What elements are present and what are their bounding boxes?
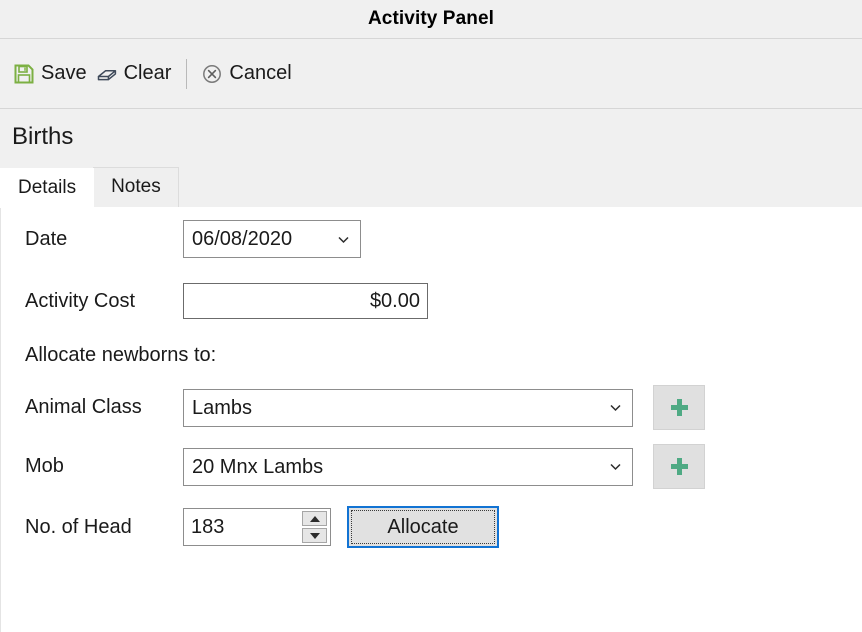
activity-cost-label: Activity Cost	[25, 289, 136, 312]
mob-label: Mob	[25, 455, 64, 477]
plus-icon	[670, 399, 688, 416]
section-header: Births	[0, 109, 862, 164]
no-of-head-row: No. of Head 183 Allocate	[1, 496, 862, 558]
plus-icon	[670, 458, 688, 475]
triangle-down-icon	[309, 532, 320, 539]
save-button[interactable]: Save	[10, 59, 93, 89]
date-row: Date 06/08/2020	[1, 208, 862, 270]
allocate-button-label: Allocate	[387, 515, 459, 538]
allocate-heading: Allocate newborns to:	[25, 343, 217, 366]
animal-class-value: Lambs	[192, 396, 253, 419]
date-label: Date	[25, 227, 68, 250]
save-label: Save	[41, 62, 87, 84]
tab-details[interactable]: Details	[0, 168, 95, 208]
tab-strip: Details Notes	[0, 164, 862, 208]
animal-class-row: Animal Class Lambs	[1, 378, 862, 437]
activity-cost-value: $0.00	[369, 289, 420, 312]
activity-cost-input[interactable]: $0.00	[183, 283, 428, 319]
tab-details-label: Details	[18, 176, 77, 198]
animal-class-select[interactable]: Lambs	[183, 388, 633, 427]
toolbar-separator	[186, 58, 188, 89]
allocate-section-header: Allocate newborns to:	[1, 332, 862, 378]
stepper-buttons	[302, 509, 330, 545]
page-title: Activity Panel	[367, 8, 494, 29]
allocate-button[interactable]: Allocate	[347, 506, 499, 548]
chevron-down-icon	[607, 400, 623, 416]
cancel-button[interactable]: Cancel	[198, 59, 297, 89]
mob-row: Mob 20 Mnx Lambs	[1, 437, 862, 496]
stepper-increment-button[interactable]	[302, 511, 327, 526]
eraser-icon	[95, 62, 119, 86]
mob-select[interactable]: 20 Mnx Lambs	[183, 447, 633, 486]
clear-button[interactable]: Clear	[93, 59, 178, 89]
chevron-down-icon	[335, 231, 351, 247]
triangle-up-icon	[309, 515, 320, 522]
cancel-label: Cancel	[229, 62, 292, 84]
no-of-head-value[interactable]: 183	[184, 509, 302, 545]
activity-panel: Activity Panel Save Clear Cancel Births …	[0, 0, 862, 632]
chevron-down-icon	[607, 459, 623, 475]
no-of-head-stepper[interactable]: 183	[183, 508, 331, 546]
clear-label: Clear	[123, 62, 172, 84]
toolbar: Save Clear Cancel	[0, 39, 862, 109]
panel-title-bar: Activity Panel	[0, 0, 862, 39]
add-mob-button[interactable]	[653, 444, 705, 489]
date-picker[interactable]: 06/08/2020	[183, 220, 361, 258]
floppy-disk-icon	[12, 62, 36, 86]
stepper-decrement-button[interactable]	[302, 528, 327, 543]
tab-notes-label: Notes	[111, 176, 161, 197]
add-animal-class-button[interactable]	[653, 385, 705, 430]
section-heading: Births	[12, 122, 74, 150]
animal-class-label: Animal Class	[25, 396, 142, 418]
date-value: 06/08/2020	[192, 228, 293, 250]
details-tab-panel: Date 06/08/2020 Activity Cost $0.00 Allo…	[0, 207, 862, 632]
circle-x-icon	[200, 62, 224, 86]
activity-cost-row: Activity Cost $0.00	[1, 270, 862, 332]
mob-value: 20 Mnx Lambs	[192, 455, 324, 478]
tab-notes[interactable]: Notes	[93, 167, 179, 207]
no-of-head-label: No. of Head	[25, 515, 132, 538]
